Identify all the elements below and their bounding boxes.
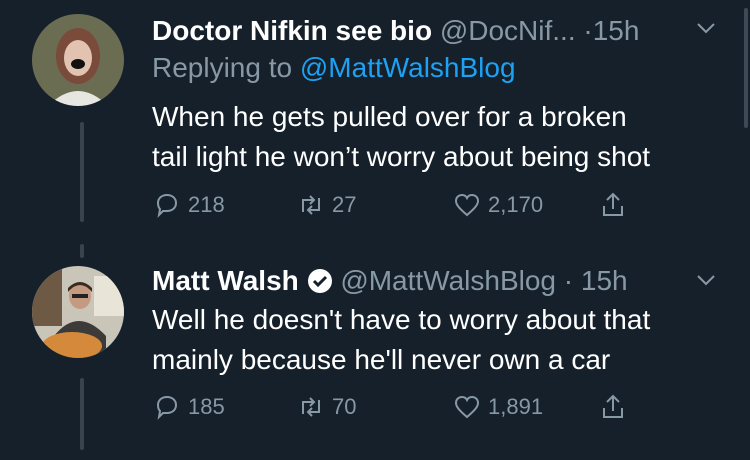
- tweet-text: Well he doesn't have to worry about that…: [152, 300, 722, 380]
- chevron-down-icon[interactable]: [694, 16, 718, 47]
- author-handle[interactable]: @DocNif...: [440, 15, 576, 46]
- heart-icon: [454, 193, 480, 217]
- share-button[interactable]: [598, 190, 634, 220]
- tweet-header: Doctor Nifkin see bio @DocNif... ·15h: [152, 14, 639, 48]
- retweet-icon: [302, 397, 320, 417]
- retweet-count: 27: [332, 192, 357, 217]
- avatar-doctor-nifkin[interactable]: [32, 14, 124, 106]
- author-name[interactable]: Matt Walsh: [152, 265, 299, 296]
- tweet-actions: 218 27 2,170: [152, 190, 652, 226]
- author-handle[interactable]: @MattWalshBlog: [340, 265, 556, 296]
- thread-line: [80, 244, 84, 258]
- scrollbar[interactable]: [744, 8, 748, 128]
- like-button[interactable]: 2,170: [452, 190, 543, 220]
- like-count: 2,170: [488, 192, 544, 217]
- retweet-count: 70: [332, 394, 357, 419]
- retweet-icon: [302, 195, 320, 215]
- reply-icon: [156, 193, 178, 218]
- reply-icon: [156, 395, 178, 420]
- like-count: 1,891: [488, 394, 544, 419]
- thread-line: [80, 378, 84, 450]
- separator-dot: ·: [563, 265, 574, 296]
- share-button[interactable]: [598, 392, 634, 422]
- avatar-matt-walsh[interactable]: [32, 266, 124, 358]
- replying-prefix: Replying to: [152, 52, 293, 83]
- share-icon: [603, 394, 623, 418]
- tweet-text: When he gets pulled over for a broken ta…: [152, 97, 722, 177]
- tweet-time[interactable]: 15h: [581, 265, 628, 296]
- thread-line: [80, 122, 84, 222]
- chevron-down-icon[interactable]: [694, 268, 718, 299]
- tweet-text-line: When he gets pulled over for a broken: [152, 101, 627, 132]
- tweet-header: Matt Walsh @MattWalshBlog · 15h: [152, 264, 628, 298]
- replying-to: Replying to @MattWalshBlog: [152, 52, 516, 84]
- tweet-time[interactable]: 15h: [593, 15, 640, 46]
- tweet-text-line: Well he doesn't have to worry about that: [152, 304, 651, 335]
- reply-count: 185: [188, 394, 225, 419]
- tweet-actions: 185 70 1,891: [152, 392, 652, 428]
- author-name[interactable]: Doctor Nifkin see bio: [152, 15, 432, 46]
- share-icon: [603, 192, 623, 216]
- retweet-button[interactable]: 27: [296, 190, 356, 220]
- retweet-button[interactable]: 70: [296, 392, 356, 422]
- reply-button[interactable]: 218: [152, 190, 225, 220]
- like-button[interactable]: 1,891: [452, 392, 543, 422]
- heart-icon: [454, 395, 480, 419]
- verified-badge-icon: [307, 265, 341, 296]
- mention-link[interactable]: @MattWalshBlog: [300, 52, 516, 83]
- tweet-text-line: mainly because he'll never own a car: [152, 344, 611, 375]
- separator-dot: ·: [583, 15, 593, 46]
- reply-count: 218: [188, 192, 225, 217]
- tweet-text-line: tail light he won’t worry about being sh…: [152, 141, 651, 172]
- reply-button[interactable]: 185: [152, 392, 225, 422]
